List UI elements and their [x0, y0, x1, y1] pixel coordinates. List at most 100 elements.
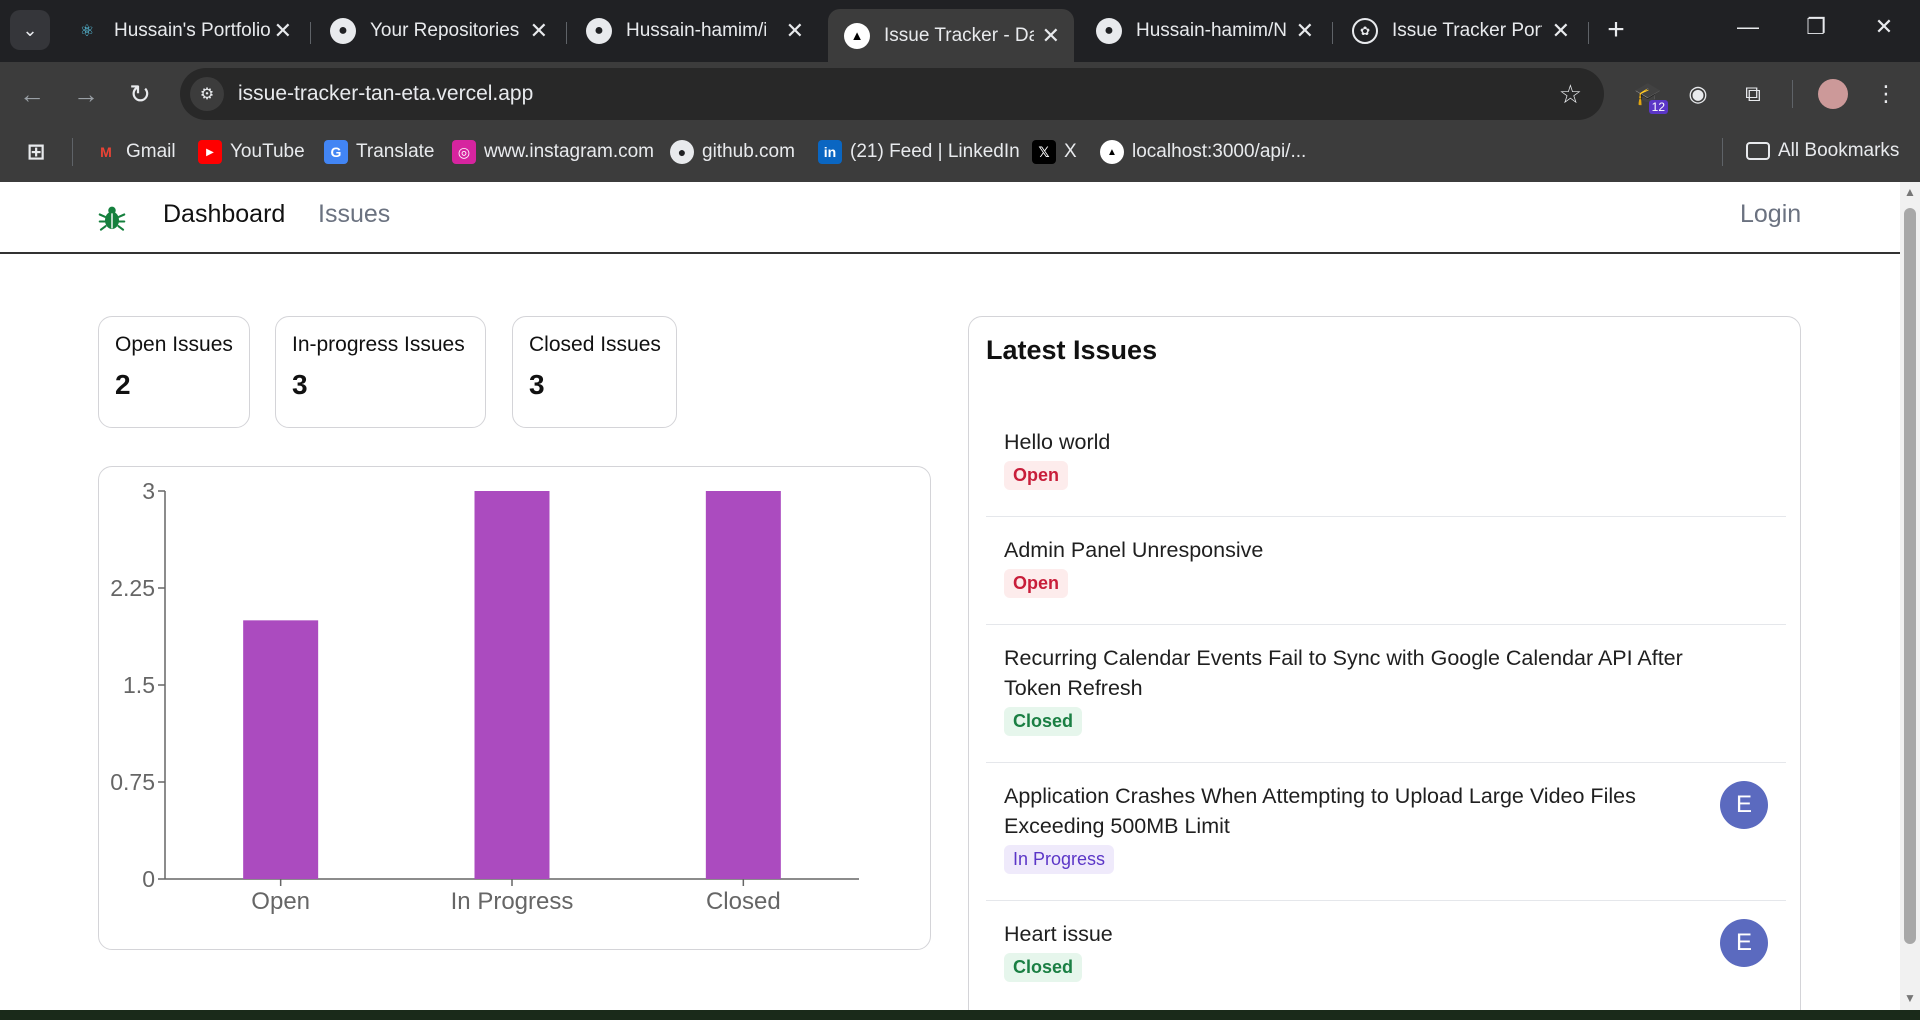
- issue-status-chart-card: 0 0.75 1.5 2.25 3 Open In Progress Closed: [98, 466, 931, 950]
- bookmark-github[interactable]: ● github.com: [670, 140, 795, 164]
- y-tick-label: 0: [142, 866, 155, 892]
- latest-issues-title: Latest Issues: [986, 335, 1158, 365]
- issue-row[interactable]: Admin Panel Unresponsive Open: [986, 517, 1786, 625]
- nav-dashboard-link[interactable]: Dashboard: [163, 200, 285, 229]
- tab-github-next[interactable]: ● Hussain-hamim/Next ✕: [1080, 9, 1328, 53]
- puzzle-icon: ⧉: [1745, 81, 1761, 106]
- extension-glasses-button[interactable]: ◉: [1680, 76, 1716, 112]
- glasses-face-icon: ◉: [1688, 81, 1708, 106]
- close-icon[interactable]: ✕: [1042, 23, 1060, 49]
- arrow-right-icon: →: [73, 78, 99, 109]
- vercel-icon: ▲: [1100, 140, 1124, 164]
- issue-title-link[interactable]: Heart issue: [1004, 919, 1744, 949]
- status-badge: In Progress: [1004, 845, 1115, 874]
- issue-row[interactable]: Recurring Calendar Events Fail to Sync w…: [986, 625, 1786, 763]
- status-badge: Closed: [1004, 953, 1083, 982]
- bug-logo-icon[interactable]: [98, 204, 126, 232]
- more-vertical-icon: ⋮: [1875, 81, 1897, 106]
- scrollbar-thumb[interactable]: [1904, 208, 1916, 944]
- folder-icon: [1746, 142, 1770, 160]
- reload-button[interactable]: ↻: [122, 76, 158, 112]
- bookmark-linkedin[interactable]: in (21) Feed | LinkedIn: [818, 140, 1020, 164]
- bar-closed: [705, 491, 781, 879]
- x-tick-label: In Progress: [451, 888, 574, 915]
- tab-divider: [1332, 22, 1333, 44]
- close-icon[interactable]: ✕: [274, 18, 292, 44]
- browser-menu-button[interactable]: ⋮: [1868, 76, 1904, 112]
- tab-strip: ⌄ ⚛ Hussain's Portfolio ✕ ● Your Reposit…: [0, 0, 1920, 62]
- forward-button[interactable]: →: [68, 76, 104, 112]
- github-icon: ●: [330, 18, 356, 44]
- tab-github-issue-tracker[interactable]: ● Hussain-hamim/issue-tracker ✕: [570, 9, 818, 53]
- close-icon[interactable]: ✕: [1296, 18, 1314, 44]
- closed-issues-card[interactable]: Closed Issues 3: [512, 316, 677, 428]
- bookmark-localhost[interactable]: ▲ localhost:3000/api/...: [1100, 140, 1306, 164]
- toolbar-divider: [1792, 80, 1793, 108]
- close-window-button[interactable]: ✕: [1854, 14, 1914, 40]
- gmail-icon: M: [100, 144, 112, 160]
- reload-icon: ↻: [129, 78, 151, 109]
- minimize-icon: —: [1737, 14, 1759, 39]
- in-progress-issues-card[interactable]: In-progress Issues 3: [275, 316, 486, 428]
- tab-issue-tracker-dashboard[interactable]: ▲ Issue Tracker - Dashboard ✕: [828, 9, 1074, 62]
- restore-icon: ❐: [1806, 14, 1826, 39]
- scroll-down-arrow-icon[interactable]: ▼: [1904, 992, 1916, 1004]
- minimize-button[interactable]: —: [1718, 14, 1778, 40]
- app-page: Dashboard Issues Login Open Issues 2 In-…: [0, 182, 1900, 1010]
- stat-label: Open Issues: [115, 333, 233, 356]
- all-bookmarks-button[interactable]: All Bookmarks: [1746, 140, 1899, 162]
- stat-value: 2: [115, 369, 131, 400]
- tab-search-button[interactable]: ⌄: [10, 10, 50, 50]
- tab-divider: [310, 22, 311, 44]
- apps-grid-icon: ⊞: [26, 139, 46, 164]
- bookmark-youtube[interactable]: ▶ YouTube: [198, 140, 305, 164]
- extension-badge-button[interactable]: 🎓 12: [1630, 76, 1668, 114]
- stat-label: In-progress Issues: [292, 333, 465, 356]
- arrow-left-icon: ←: [19, 78, 45, 109]
- site-info-icon[interactable]: ⚙: [190, 77, 224, 111]
- bookmark-translate[interactable]: G Translate: [324, 140, 435, 164]
- tab-repositories[interactable]: ● Your Repositories ✕: [314, 9, 562, 53]
- new-tab-button[interactable]: +: [1598, 12, 1634, 48]
- tab-issue-tracker-portfolio[interactable]: ✿ Issue Tracker Portfolio ✕: [1336, 9, 1584, 53]
- issue-title-link[interactable]: Admin Panel Unresponsive: [1004, 535, 1744, 565]
- bookmark-x[interactable]: 𝕏X: [1032, 140, 1077, 164]
- apps-button[interactable]: ⊞: [24, 139, 56, 164]
- react-icon: ⚛: [79, 23, 95, 40]
- extension-badge-count: 12: [1648, 100, 1668, 114]
- bookmark-star-icon[interactable]: ☆: [1559, 79, 1582, 110]
- y-tick-label: 1.5: [123, 672, 155, 698]
- close-icon[interactable]: ✕: [1552, 18, 1570, 44]
- page-scrollbar[interactable]: ▲ ▼: [1900, 182, 1920, 1010]
- close-icon[interactable]: ✕: [530, 18, 548, 44]
- os-taskbar-edge: [0, 1010, 1920, 1020]
- url-text[interactable]: issue-tracker-tan-eta.vercel.app: [238, 82, 533, 106]
- assignee-avatar[interactable]: E: [1720, 919, 1768, 967]
- restore-button[interactable]: ❐: [1786, 14, 1846, 40]
- bookmark-instagram[interactable]: ◎ www.instagram.com: [452, 140, 654, 164]
- issue-row[interactable]: Heart issue Closed E: [986, 901, 1786, 1010]
- issue-title-link[interactable]: Application Crashes When Attempting to U…: [1004, 781, 1684, 841]
- open-issues-card[interactable]: Open Issues 2: [98, 316, 250, 428]
- issue-row[interactable]: Hello world Open: [986, 409, 1786, 517]
- back-button[interactable]: ←: [14, 76, 50, 112]
- scroll-up-arrow-icon[interactable]: ▲: [1904, 186, 1916, 198]
- bookmark-gmail[interactable]: M Gmail: [94, 140, 175, 164]
- address-bar[interactable]: ⚙ issue-tracker-tan-eta.vercel.app ☆: [180, 68, 1604, 120]
- plus-icon: +: [1607, 13, 1625, 46]
- assignee-avatar[interactable]: E: [1720, 781, 1768, 829]
- issue-row[interactable]: Application Crashes When Attempting to U…: [986, 763, 1786, 901]
- stat-value: 3: [529, 369, 545, 400]
- profile-button[interactable]: [1815, 76, 1851, 112]
- issue-title-link[interactable]: Recurring Calendar Events Fail to Sync w…: [1004, 643, 1744, 703]
- close-icon[interactable]: ✕: [786, 18, 804, 44]
- extensions-button[interactable]: ⧉: [1735, 76, 1771, 112]
- app-navbar: Dashboard Issues Login: [0, 182, 1900, 254]
- y-tick-label: 3: [142, 478, 155, 504]
- nav-issues-link[interactable]: Issues: [318, 200, 390, 229]
- issue-title-link[interactable]: Hello world: [1004, 427, 1744, 457]
- latest-issues-card: Latest Issues Hello world Open Admin Pan…: [968, 316, 1801, 1010]
- login-link[interactable]: Login: [1740, 200, 1801, 229]
- github-icon: ●: [670, 140, 694, 164]
- tab-portfolio[interactable]: ⚛ Hussain's Portfolio ✕: [58, 9, 306, 53]
